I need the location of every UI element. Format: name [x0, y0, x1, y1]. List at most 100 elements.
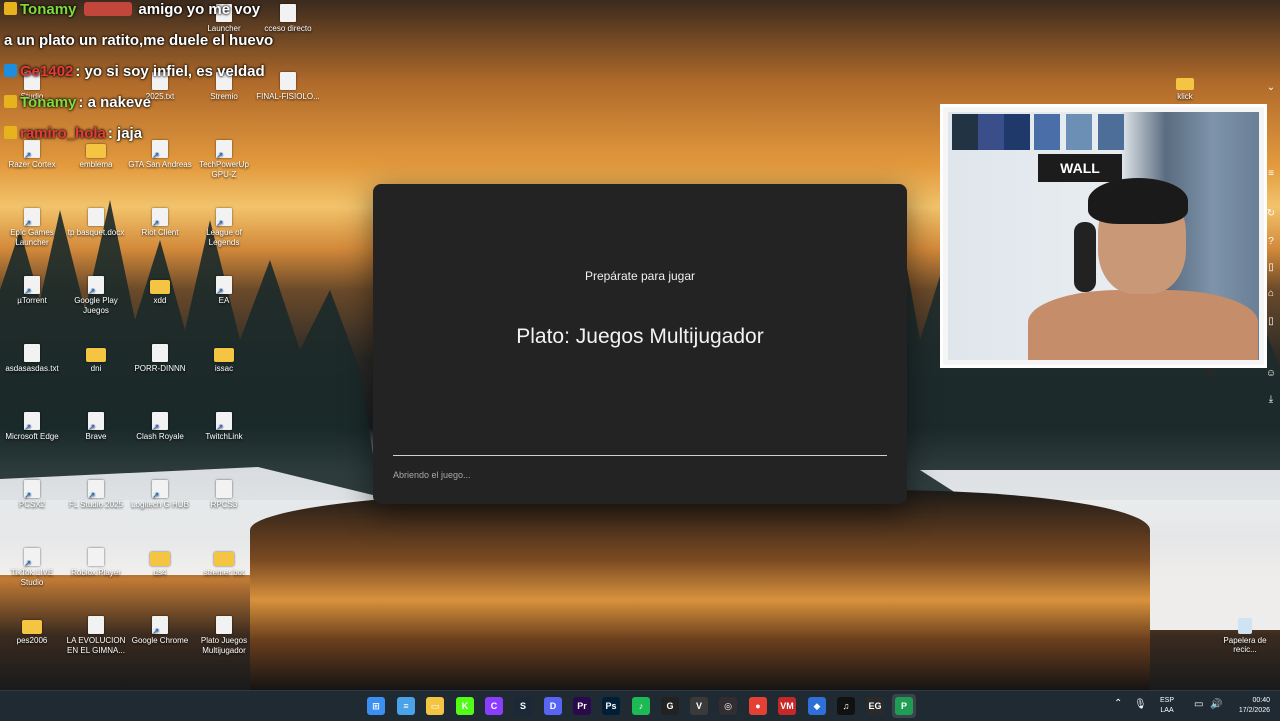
- steam-icon[interactable]: S: [514, 697, 532, 715]
- chat-username[interactable]: Ge1402: [20, 63, 73, 80]
- volume-icon[interactable]: 🔊: [1210, 700, 1222, 710]
- language-indicator[interactable]: ESP LAA: [1160, 696, 1174, 716]
- desktop-icon[interactable]: Microsoft Edge: [0, 412, 64, 442]
- folder-icon: [214, 348, 234, 362]
- poster: [1034, 114, 1060, 150]
- chevron-up-icon[interactable]: ⌃: [1114, 699, 1122, 709]
- desktop-icon[interactable]: Google Chrome: [128, 616, 192, 646]
- desktop-icon-label: Logitech G HUB: [131, 500, 189, 509]
- shortcut-icon: [24, 208, 40, 228]
- desktop-icon-label: pes2006: [16, 636, 48, 645]
- desktop-icon[interactable]: FL Studio 2025: [64, 480, 128, 510]
- desktop-folder-label: klick: [1177, 92, 1193, 101]
- voicemeeter-icon[interactable]: VM: [778, 697, 796, 715]
- users-icon[interactable]: ☺: [1265, 368, 1277, 380]
- desktop-icon[interactable]: EA: [192, 276, 256, 306]
- obs-icon[interactable]: ◎: [719, 697, 737, 715]
- shortcut-icon: [216, 208, 232, 228]
- shortcut-icon: [216, 412, 232, 432]
- desktop-icon-label: PCSX2: [18, 500, 46, 509]
- chat-username[interactable]: ramiro_hola: [20, 125, 106, 142]
- valorant-icon[interactable]: V: [690, 697, 708, 715]
- file-icon: [216, 480, 232, 498]
- desktop-icon[interactable]: ds4: [128, 548, 192, 578]
- clock[interactable]: 00:40 17/2/2026: [1239, 696, 1270, 716]
- desktop-folder-klick[interactable]: klick: [1170, 78, 1200, 101]
- windows-start-icon[interactable]: ⊞: [367, 697, 385, 715]
- epic-games-icon[interactable]: EG: [866, 697, 884, 715]
- shortcut-icon: [24, 412, 40, 432]
- tiktok-icon[interactable]: ♫: [837, 697, 855, 715]
- desktop-icon-label: FL Studio 2025: [69, 500, 123, 509]
- desktop-icon[interactable]: Epic Games Launcher: [0, 208, 64, 248]
- desktop-icon[interactable]: xdd: [128, 276, 192, 306]
- photoshop-icon[interactable]: Ps: [602, 697, 620, 715]
- desktop-icon[interactable]: PCSX2: [0, 480, 64, 510]
- desktop-icon[interactable]: Clash Royale: [128, 412, 192, 442]
- shortcut-icon: [88, 480, 104, 500]
- wall-sign: WALL: [1038, 154, 1122, 182]
- desktop-icon[interactable]: League of Legends: [192, 208, 256, 248]
- spotify-icon[interactable]: ♪: [632, 697, 650, 715]
- file-icon: [152, 344, 168, 362]
- plato-icon[interactable]: P: [895, 697, 913, 715]
- network-icon[interactable]: ▭: [1194, 700, 1203, 710]
- kick-icon[interactable]: K: [456, 697, 474, 715]
- desktop-icon[interactable]: tp basquet.docx: [64, 208, 128, 238]
- chevron-down-icon[interactable]: ⌄: [1265, 82, 1277, 94]
- premiere-icon[interactable]: Pr: [573, 697, 591, 715]
- desktop-icon[interactable]: issac: [192, 344, 256, 374]
- desktop-icon[interactable]: RPCS3: [192, 480, 256, 510]
- desktop-icon[interactable]: pes2006: [0, 616, 64, 646]
- shortcut-icon: [24, 548, 40, 568]
- shortcut-icon: [152, 208, 168, 228]
- desktop-icon[interactable]: TikTok LIVE Studio: [0, 548, 64, 588]
- recycle-bin[interactable]: Papelera de recic...: [1222, 618, 1268, 654]
- chat-username[interactable]: Tonamy: [20, 1, 76, 18]
- shortcut-icon: [24, 480, 40, 500]
- desktop-icon[interactable]: Plato Juegos Multijugador: [192, 616, 256, 656]
- chat-username[interactable]: Tonamy: [20, 94, 76, 111]
- webcam-feed: WALL: [948, 112, 1259, 360]
- poster: [952, 114, 978, 150]
- streamerbot-icon[interactable]: ◆: [808, 697, 826, 715]
- chat-message: Ge1402: yo si soy infiel, es veldad: [4, 62, 334, 82]
- desktop-icon[interactable]: LA EVOLUCION EN EL GIMNA...: [64, 616, 128, 656]
- desktop-icon[interactable]: PORR-DINNN: [128, 344, 192, 374]
- folder-icon: [214, 552, 234, 566]
- desktop-icon-label: Plato Juegos Multijugador: [200, 636, 248, 655]
- desktop-icon-label: µTorrent: [17, 296, 47, 305]
- recycle-bin-label: Papelera de recic...: [1223, 636, 1267, 654]
- file-icon: [24, 344, 40, 362]
- desktop-icon-label: TikTok LIVE Studio: [10, 568, 54, 587]
- file-icon: [88, 616, 104, 634]
- desktop-icon-label: Roblox Player: [71, 568, 121, 577]
- desktop-icon[interactable]: TwitchLink: [192, 412, 256, 442]
- desktop-icon[interactable]: Roblox Player: [64, 548, 128, 578]
- folder-icon: [86, 348, 106, 362]
- desktop-icon-label: Razer Cortex: [8, 160, 56, 169]
- canva-icon[interactable]: C: [485, 697, 503, 715]
- download-icon[interactable]: ⤓: [1265, 394, 1277, 406]
- streamer-body: [1028, 290, 1258, 360]
- desktop-icon[interactable]: µTorrent: [0, 276, 64, 306]
- desktop-icon[interactable]: Logitech G HUB: [128, 480, 192, 510]
- notepad-icon[interactable]: ≡: [397, 697, 415, 715]
- desktop-icon-label: xdd: [153, 296, 167, 305]
- desktop-icon[interactable]: Riot Client: [128, 208, 192, 238]
- desktop-icon-label: Google Play Juegos: [74, 296, 118, 315]
- chrome-icon[interactable]: ●: [749, 697, 767, 715]
- microphone-icon[interactable]: 🎙: [1134, 700, 1147, 710]
- desktop-icon[interactable]: stremer bot: [192, 548, 256, 578]
- stream-chat-overlay: Tonamy amigo yo me voy a un plato un ratit…: [4, 0, 334, 155]
- desktop-icon-label: Google Chrome: [131, 636, 189, 645]
- file-explorer-icon[interactable]: ▭: [426, 697, 444, 715]
- logitech-icon[interactable]: G: [661, 697, 679, 715]
- chat-text: a un plato un ratito,me duele el huevo: [4, 32, 274, 49]
- desktop-icon[interactable]: Brave: [64, 412, 128, 442]
- desktop-icon[interactable]: Google Play Juegos: [64, 276, 128, 316]
- desktop-icon[interactable]: asdasasdas.txt: [0, 344, 64, 374]
- shortcut-icon: [152, 412, 168, 432]
- desktop-icon[interactable]: dni: [64, 344, 128, 374]
- discord-icon[interactable]: D: [544, 697, 562, 715]
